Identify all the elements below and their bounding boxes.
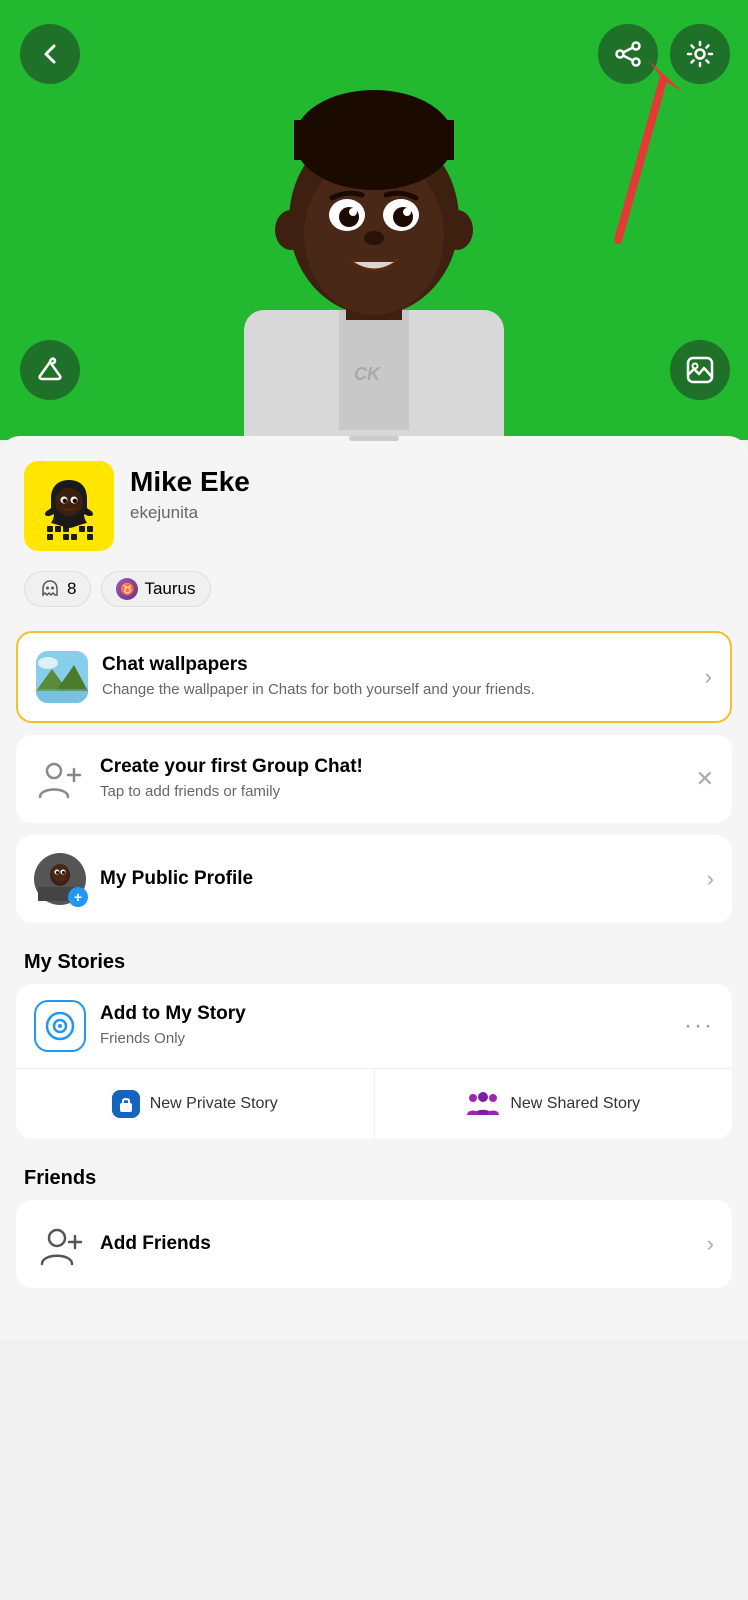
add-to-story-row[interactable]: Add to My Story Friends Only ··· [16,984,732,1069]
header-banner: CK [0,0,748,440]
public-profile-card[interactable]: + My Public Profile › [16,835,732,923]
zodiac-label: Taurus [144,579,195,599]
profile-section: Mike Eke ekejunita [0,461,748,571]
add-friends-text: Add Friends [100,1233,693,1255]
drag-handle [349,436,399,441]
profile-name: Mike Eke [130,465,724,499]
zodiac-icon: ♉ [116,578,138,600]
snapcode[interactable] [24,461,114,551]
new-private-story-label: New Private Story [150,1095,278,1113]
wallpapers-icon [36,651,88,703]
group-chat-card[interactable]: Create your first Group Chat! Tap to add… [16,735,732,823]
wallpapers-title: Chat wallpapers [102,654,691,676]
score-value: 8 [67,579,76,599]
wallpapers-chevron: › [705,664,712,690]
chat-wallpapers-card[interactable]: Chat wallpapers Change the wallpaper in … [16,631,732,723]
public-profile-title: My Public Profile [100,868,693,890]
wallpapers-text: Chat wallpapers Change the wallpaper in … [102,654,691,700]
group-chat-subtitle: Tap to add friends or family [100,781,682,802]
back-button[interactable] [20,24,80,84]
lock-icon [112,1090,140,1118]
badges-row: 8 ♉ Taurus [0,571,748,631]
hanger-button[interactable] [20,340,80,400]
public-profile-chevron: › [707,866,714,892]
profile-username: ekejunita [130,503,724,523]
plus-badge: + [68,887,88,907]
content-area: Mike Eke ekejunita 8 ♉ Taurus [0,436,748,1340]
profile-info: Mike Eke ekejunita [130,461,724,523]
add-friends-card[interactable]: Add Friends › [16,1200,732,1288]
red-arrow [538,50,698,250]
camera-story-icon [34,1000,86,1052]
friends-header: Friends [0,1151,748,1200]
group-chat-title: Create your first Group Chat! [100,756,682,778]
my-stories-header: My Stories [0,935,748,984]
new-private-story-button[interactable]: New Private Story [16,1069,375,1139]
svg-text:CK: CK [354,364,382,384]
gallery-button[interactable] [670,340,730,400]
add-friends-icon [34,1218,86,1270]
add-to-story-text: Add to My Story Friends Only [100,1003,670,1049]
score-badge[interactable]: 8 [24,571,91,607]
group-chat-icon [34,753,86,805]
avatar-bitmoji: CK [184,20,564,440]
public-profile-icon: + [34,853,86,905]
group-chat-close-button[interactable]: ✕ [696,766,714,792]
story-options-row: New Private Story New Shared Story [16,1069,732,1139]
zodiac-badge[interactable]: ♉ Taurus [101,571,210,607]
my-stories-card: Add to My Story Friends Only ··· New Pri… [16,984,732,1139]
group-chat-text: Create your first Group Chat! Tap to add… [100,756,682,802]
ghost-icon [39,578,61,600]
new-shared-story-button[interactable]: New Shared Story [375,1069,733,1139]
shared-story-icon [466,1087,500,1121]
story-options-button[interactable]: ··· [684,1012,714,1040]
add-to-story-label: Add to My Story [100,1003,670,1025]
add-to-story-subtitle: Friends Only [100,1028,670,1049]
add-friends-label: Add Friends [100,1233,693,1255]
add-friends-chevron: › [707,1231,714,1257]
wallpapers-subtitle: Change the wallpaper in Chats for both y… [102,679,691,700]
new-shared-story-label: New Shared Story [510,1095,640,1113]
public-profile-text: My Public Profile [100,868,693,890]
